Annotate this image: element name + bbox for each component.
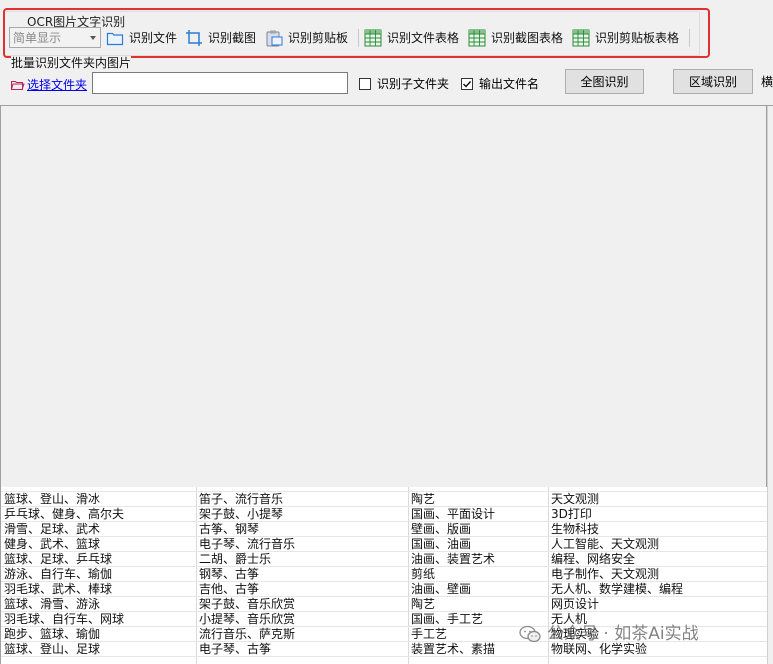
- chevron-down-icon: [90, 36, 96, 40]
- subfolder-label: 识别子文件夹: [377, 77, 450, 91]
- table-cell: 笛子、流行音乐: [199, 492, 284, 506]
- toolbar-separator: [358, 29, 359, 47]
- clipboard-icon: [266, 30, 283, 47]
- display-mode-value: 简单显示: [13, 31, 62, 45]
- select-folder-label: 选择文件夹: [27, 78, 88, 92]
- table-cell: 国画、油画: [411, 537, 472, 551]
- table-cell: 油画、装置艺术: [411, 552, 496, 566]
- watermark-text: 公众号 · 如茶Ai实战: [547, 624, 699, 644]
- select-folder-link[interactable]: 选择文件夹: [11, 77, 87, 93]
- recognize-file-button[interactable]: 识别文件: [106, 27, 177, 49]
- table-cell: 壁画、版画: [411, 522, 472, 536]
- table-cell: 篮球、登山、足球: [4, 642, 101, 656]
- table-cell: 古筝、钢琴: [199, 522, 260, 536]
- table-cell: 无人机、数学建模、编程: [551, 582, 684, 596]
- checkbox-box-checked: [461, 78, 473, 90]
- batch-section-title: 批量识别文件夹内图片: [11, 56, 132, 70]
- table-cell: 网页设计: [551, 597, 600, 611]
- recognize-clipboard-button[interactable]: 识别剪贴板: [265, 27, 348, 49]
- table-cell: 钢琴、古筝: [199, 567, 260, 581]
- table-cell: 陶艺: [411, 597, 436, 611]
- table-cell: 3D打印: [551, 507, 592, 521]
- crop-icon: [186, 30, 202, 46]
- result-panel: 篮球、登山、滑冰 笛子、流行音乐 陶艺 天文观测 乒乓球、健身、高尔夫 架子鼓、小提琴 国画…: [0, 105, 773, 664]
- table-cell: 陶艺: [411, 492, 436, 506]
- table-cell: 电子琴、流行音乐: [199, 537, 296, 551]
- table-row: 健身、武术、篮球 电子琴、流行音乐 国画、油画 人工智能、天文观测: [1, 537, 767, 552]
- truncated-label: 横: [761, 75, 773, 89]
- check-icon: [463, 81, 472, 88]
- recognize-screenshot-button[interactable]: 识别截图: [185, 27, 256, 49]
- recognize-screenshot-table-label: 识别截图表格: [491, 31, 564, 45]
- display-mode-select[interactable]: 简单显示: [9, 27, 101, 48]
- vertical-scrollbar[interactable]: [767, 106, 773, 664]
- table-cell: 国画、平面设计: [411, 507, 496, 521]
- recognize-clipboard-label: 识别剪贴板: [288, 31, 349, 45]
- table-cell: 剪纸: [411, 567, 436, 581]
- table-cell: 乒乓球、健身、高尔夫: [4, 507, 125, 521]
- folder-icon: [106, 32, 124, 46]
- table-cell: 篮球、足球、乒乓球: [4, 552, 113, 566]
- table-row: 篮球、足球、乒乓球 二胡、爵士乐 油画、装置艺术 编程、网络安全: [1, 552, 767, 567]
- recognize-clipboard-table-button[interactable]: 识别剪贴板表格: [572, 27, 679, 49]
- table-row: 篮球、滑雪、游泳 架子鼓、音乐欣赏 陶艺 网页设计: [1, 597, 767, 612]
- recognize-file-table-button[interactable]: 识别文件表格: [364, 27, 459, 49]
- table-cell: 游泳、自行车、瑜伽: [4, 567, 113, 581]
- checkbox-box: [359, 78, 371, 90]
- table-cell: 架子鼓、小提琴: [199, 507, 284, 521]
- row-divider: [1, 656, 767, 657]
- table-cell: 油画、壁画: [411, 582, 472, 596]
- region-recognize-button[interactable]: 区域识别: [673, 69, 753, 94]
- folder-path-input[interactable]: [92, 72, 348, 94]
- table-row: 游泳、自行车、瑜伽 钢琴、古筝 剪纸 电子制作、天文观测: [1, 567, 767, 582]
- wechat-icon: [519, 625, 541, 643]
- table-cell: 篮球、登山、滑冰: [4, 492, 101, 506]
- table-cell: 吉他、古筝: [199, 582, 260, 596]
- recognize-screenshot-table-button[interactable]: 识别截图表格: [468, 27, 563, 49]
- subfolder-checkbox[interactable]: 识别子文件夹: [359, 77, 449, 91]
- table-icon: [468, 29, 486, 47]
- table-cell: 小提琴、音乐欣赏: [199, 612, 296, 626]
- table-cell: 篮球、滑雪、游泳: [4, 597, 101, 611]
- table-cell: 二胡、爵士乐: [199, 552, 272, 566]
- table-cell: 人工智能、天文观测: [551, 537, 660, 551]
- recognize-file-table-label: 识别文件表格: [387, 31, 460, 45]
- table-cell: 羽毛球、自行车、网球: [4, 612, 125, 626]
- output-filename-label: 输出文件名: [479, 77, 540, 91]
- image-preview-area: [0, 106, 767, 487]
- watermark: 公众号 · 如茶Ai实战: [519, 622, 699, 646]
- ocr-app-window: OCR图片文字识别 简单显示 识别文件 识别截图 识别剪贴板 识别文件表格 识别…: [0, 0, 773, 664]
- table-cell: 电子琴、古筝: [199, 642, 272, 656]
- table-cell: 健身、武术、篮球: [4, 537, 101, 551]
- table-icon: [364, 29, 382, 47]
- table-row: 滑雪、足球、武术 古筝、钢琴 壁画、版画 生物科技: [1, 522, 767, 537]
- table-row: 篮球、登山、滑冰 笛子、流行音乐 陶艺 天文观测: [1, 492, 767, 507]
- recognize-file-label: 识别文件: [129, 31, 178, 45]
- table-cell: 架子鼓、音乐欣赏: [199, 597, 296, 611]
- table-cell: 天文观测: [551, 492, 600, 506]
- table-cell: 羽毛球、武术、棒球: [4, 582, 113, 596]
- table-row: 乒乓球、健身、高尔夫 架子鼓、小提琴 国画、平面设计 3D打印: [1, 507, 767, 522]
- table-icon: [572, 29, 590, 47]
- recognize-clipboard-table-label: 识别剪贴板表格: [595, 31, 680, 45]
- table-cell: 电子制作、天文观测: [551, 567, 660, 581]
- table-cell: 滑雪、足球、武术: [4, 522, 101, 536]
- table-cell: 跑步、篮球、瑜伽: [4, 627, 101, 641]
- table-cell: 生物科技: [551, 522, 600, 536]
- recognize-screenshot-label: 识别截图: [208, 31, 257, 45]
- toolbar-separator: [689, 29, 690, 47]
- table-cell: 编程、网络安全: [551, 552, 636, 566]
- table-row: 羽毛球、武术、棒球 吉他、古筝 油画、壁画 无人机、数学建模、编程: [1, 582, 767, 597]
- full-image-recognize-button[interactable]: 全图识别: [565, 69, 644, 94]
- output-filename-checkbox[interactable]: 输出文件名: [461, 77, 539, 91]
- open-folder-icon: [11, 81, 25, 90]
- row-divider: [1, 491, 767, 492]
- table-cell: 流行音乐、萨克斯: [199, 627, 296, 641]
